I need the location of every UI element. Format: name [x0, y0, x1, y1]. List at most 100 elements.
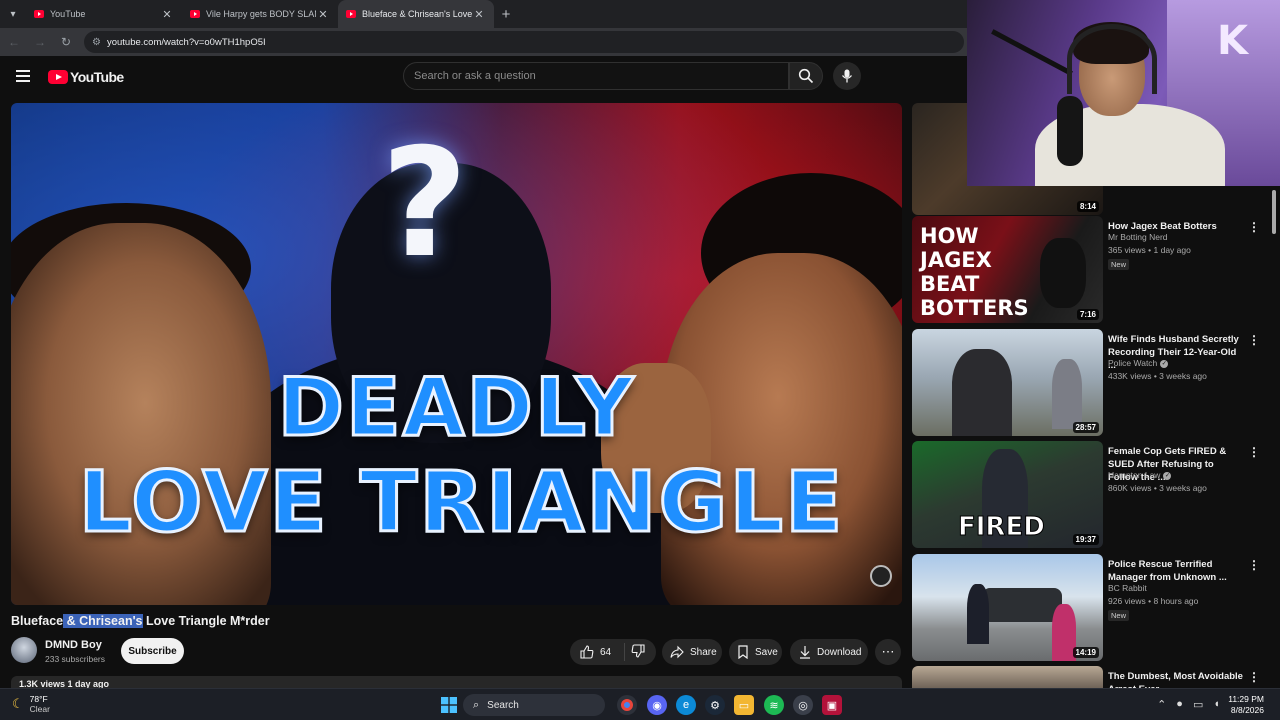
more-options-icon[interactable]: ⋮ [1248, 333, 1260, 347]
more-options-icon[interactable]: ⋮ [1248, 558, 1260, 572]
tab-title: Vile Harpy gets BODY SLAMMED [206, 9, 316, 19]
back-arrow-icon[interactable]: ← [2, 30, 26, 54]
more-options-icon[interactable]: ⋮ [1248, 220, 1260, 234]
search-input[interactable]: Search or ask a question [403, 62, 789, 90]
app-icon[interactable]: ◎ [793, 695, 813, 715]
subscribe-button[interactable]: Subscribe [121, 638, 184, 664]
new-tab-plus-icon[interactable]: + [494, 0, 518, 28]
youtube-play-logo-icon [48, 70, 68, 84]
person-figure [952, 349, 1012, 436]
page-scrollbar[interactable] [1271, 186, 1277, 688]
spotify-icon[interactable]: ≋ [764, 695, 784, 715]
discord-icon[interactable]: ◉ [647, 695, 667, 715]
mic-arm [991, 29, 1073, 76]
taskbar-search[interactable]: ⌕ Search [463, 694, 605, 716]
more-actions-icon[interactable]: ⋯ [875, 639, 901, 665]
download-label: Download [817, 646, 862, 658]
recommendation-thumbnail[interactable] [912, 666, 1103, 688]
steam-icon[interactable]: ⚙ [705, 695, 725, 715]
thumbnail-text-line1: DEADLY [276, 360, 636, 456]
new-badge: New [1108, 259, 1130, 270]
menu-hamburger-icon[interactable] [16, 70, 30, 82]
question-mark: ? [381, 117, 469, 291]
headphones-icon [1067, 24, 1157, 94]
download-icon [800, 646, 810, 659]
chrome-icon[interactable] [617, 695, 637, 715]
moon-icon: ☾ [12, 696, 24, 711]
video-player[interactable]: ? DEADLY LOVE TRIANGLE [11, 103, 902, 605]
channel-name[interactable]: DMND Boy [45, 639, 102, 651]
edge-icon[interactable]: e [676, 695, 696, 715]
forward-arrow-icon[interactable]: → [28, 30, 52, 54]
taskbar-search-label: Search [487, 699, 519, 711]
title-part: Blueface [11, 614, 64, 628]
youtube-header: YouTube Search or ask a question [0, 56, 967, 100]
chevron-up-icon[interactable]: ⌃ [1157, 698, 1166, 711]
recommendation-thumbnail[interactable]: 14:19 [912, 554, 1103, 661]
tab-close-icon[interactable]: ✕ [316, 8, 330, 21]
youtube-favicon-icon [346, 10, 356, 18]
recommendation-channel[interactable]: BC Rabbit [1108, 583, 1147, 593]
weather-widget[interactable]: ☾ 78°F Clear [12, 694, 50, 714]
recommendation-channel[interactable]: Mr Botting Nerd [1108, 232, 1168, 242]
tab-close-icon[interactable]: ✕ [472, 8, 486, 21]
scrollbar-thumb[interactable] [1272, 190, 1276, 234]
save-label: Save [755, 646, 778, 658]
thumbs-up-icon [580, 645, 594, 659]
title-selected-text: & Chrisean's [63, 614, 143, 628]
video-duration: 19:37 [1072, 534, 1099, 545]
save-button[interactable]: Save [729, 639, 782, 665]
verified-check-icon: ✓ [1160, 359, 1169, 368]
more-options-icon[interactable]: ⋮ [1248, 445, 1260, 459]
streamer-webcam: K [967, 0, 1280, 186]
voice-search-button[interactable] [833, 62, 861, 90]
description-box[interactable]: 1.3K views 1 day ago [11, 676, 902, 688]
browser-toolbar: ← → ↻ ⚙ youtube.com/watch?v=o0wTH1hpO5I [0, 28, 967, 56]
recommendation-thumbnail[interactable]: 28:57 [912, 329, 1103, 436]
recommendation-title[interactable]: Police Rescue Terrified Manager from Unk… [1108, 558, 1243, 584]
search-button[interactable] [789, 62, 823, 90]
more-options-icon[interactable]: ⋮ [1248, 670, 1260, 684]
recommendation-channel[interactable]: Police Watch ✓ [1108, 358, 1169, 368]
browser-tab-active[interactable]: Blueface & Chrisean's Love Triangle ✕ [338, 0, 494, 28]
youtube-favicon-icon [190, 10, 200, 18]
app-icon[interactable]: ▣ [822, 695, 842, 715]
youtube-logo[interactable]: YouTube [48, 69, 124, 85]
file-explorer-icon[interactable]: ▭ [734, 695, 754, 715]
subscriber-count: 233 subscribers [45, 654, 106, 664]
channel-name-text: Hampton Law [1108, 470, 1161, 480]
address-bar[interactable]: ⚙ youtube.com/watch?v=o0wTH1hpO5I [84, 31, 964, 53]
tab-close-icon[interactable]: ✕ [160, 8, 174, 21]
site-info-icon[interactable]: ⚙ [92, 37, 101, 48]
system-tray: ⌃ ● ▭ ◖ [1157, 698, 1220, 711]
reload-icon[interactable]: ↻ [54, 30, 78, 54]
recommendation-thumbnail[interactable]: FIRED 19:37 [912, 441, 1103, 548]
browser-tab[interactable]: YouTube ✕ [26, 0, 182, 28]
recommendation-channel[interactable]: Hampton Law ✓ [1108, 470, 1172, 480]
video-duration: 8:14 [1076, 201, 1099, 212]
dislike-button[interactable] [625, 643, 645, 661]
video-duration: 28:57 [1072, 422, 1099, 433]
new-badge: New [1108, 610, 1130, 621]
download-button[interactable]: Download [790, 639, 868, 665]
channel-avatar[interactable] [11, 637, 37, 663]
like-button[interactable]: 64 [570, 643, 625, 661]
browser-tab-strip: ▾ YouTube ✕ Vile Harpy gets BODY SLAMMED… [0, 0, 967, 28]
video-title: Blueface & Chrisean's Love Triangle M*rd… [11, 614, 270, 628]
share-button[interactable]: Share [662, 639, 722, 665]
search-placeholder: Search or ask a question [414, 70, 536, 82]
recommendation-meta: 926 views • 8 hours ago [1108, 596, 1199, 606]
youtube-favicon-icon [34, 10, 44, 18]
browser-tab[interactable]: Vile Harpy gets BODY SLAMMED ✕ [182, 0, 338, 28]
taskbar-clock[interactable]: 11:29 PM 8/8/2026 [1228, 694, 1264, 716]
like-count: 64 [600, 646, 612, 658]
windows-start-icon[interactable] [439, 695, 459, 715]
channel-watermark-icon[interactable] [870, 565, 892, 587]
network-icon[interactable]: ▭ [1193, 698, 1203, 711]
microphone-icon[interactable]: ● [1176, 698, 1183, 711]
volume-icon[interactable]: ◖ [1213, 698, 1220, 711]
weather-temperature: 78°F [29, 694, 48, 704]
tab-search-chevron-icon[interactable]: ▾ [0, 0, 26, 28]
recommendation-thumbnail[interactable]: HOW JAGEX BEAT BOTTERS 7:16 [912, 216, 1103, 323]
person-figure [1052, 359, 1082, 429]
